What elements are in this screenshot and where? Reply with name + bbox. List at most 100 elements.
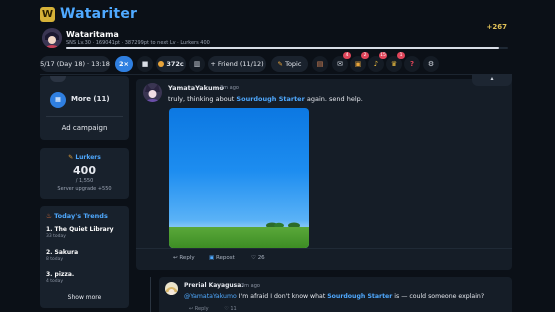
reply-topic-link[interactable]: Sourdough Starter — [327, 293, 392, 300]
nav-item-partial[interactable] — [50, 76, 66, 82]
like-button[interactable]: ♡ 26 — [251, 255, 265, 261]
repost-icon: ▣ — [209, 255, 215, 261]
thread-line — [150, 277, 151, 312]
sidebar-menu-card: ▦ More (11) Ad campaign — [40, 76, 129, 140]
shop-button[interactable]: ▥ — [189, 56, 205, 72]
notes-icon: ▤ — [316, 60, 324, 68]
stop-button[interactable]: ■ — [137, 56, 153, 72]
repost-button[interactable]: ▣ Repost — [209, 255, 235, 261]
more-label: More (11) — [71, 95, 110, 103]
speed-button[interactable]: 2× — [115, 56, 133, 72]
notifications-badge: 15 — [379, 52, 387, 59]
reply-body: @YamataYakumo I'm afraid I don't know wh… — [184, 293, 484, 300]
trends-card: ♨ Today's Trends 1. The Quiet Library 33… — [40, 206, 129, 308]
topic-button[interactable]: ✎ Topic — [271, 56, 308, 72]
trend-item[interactable]: 3. pizza. 4 today — [46, 271, 74, 284]
lurkers-max: / 1,550 — [75, 178, 94, 184]
post-text-start: truly, thinking about — [168, 95, 237, 103]
reply-card: Prerial Kayagusa. 3m ago @YamataYakumo I… — [159, 277, 512, 312]
like-count: 26 — [257, 255, 265, 261]
trend-count: 4 today — [46, 279, 64, 284]
user-status-bar: Wataritama SNS Lv.30 · 169041pt · 387299… — [0, 28, 555, 54]
mail-button[interactable]: ✉ 4 — [332, 52, 351, 72]
level-progress-bar — [66, 47, 508, 49]
reply-button[interactable]: ↩ Reply — [173, 255, 195, 261]
grass-field — [169, 227, 309, 248]
trends-title: ♨ Today's Trends — [46, 212, 108, 220]
post-body: truly, thinking about Sourdough Starter … — [168, 95, 363, 103]
lurkers-card: ✎ Lurkers 400 / 1,550 Server upgrade +55… — [40, 148, 129, 199]
mail-icon: ✉ — [337, 60, 343, 68]
post-image[interactable] — [169, 108, 309, 248]
toolbar: 5/17 (Day 18) · 13:18 2× ■ 372c ▥ + Frie… — [40, 52, 512, 75]
user-name: Wataritama — [66, 30, 119, 39]
stop-icon: ■ — [141, 60, 149, 68]
bell-icon: ♪ — [373, 60, 379, 68]
reply-actions: ↩ Reply ♡ 11 — [189, 306, 237, 312]
reply-text-mid: I'm afraid I don't know what — [236, 293, 328, 300]
trend-name: 3. pizza. — [46, 271, 75, 278]
trophy-button[interactable]: ♛ 1 — [386, 52, 405, 72]
app-name[interactable]: Watariter — [60, 6, 137, 22]
chevron-up-icon: ▴ — [490, 75, 494, 82]
coins-value: 372c — [166, 60, 184, 68]
reply-reply-button[interactable]: ↩ Reply — [189, 306, 209, 312]
reply-like-button[interactable]: ♡ 11 — [224, 306, 236, 312]
add-friend-button[interactable]: + Friend (11/12) — [208, 56, 266, 72]
trophy-icon: ♛ — [390, 60, 398, 68]
level-progress-fill — [66, 47, 500, 49]
trends-title-text: Today's Trends — [54, 212, 108, 220]
app-logo[interactable]: W — [40, 7, 55, 22]
mail-badge: 4 — [343, 52, 351, 59]
settings-button[interactable]: ⚙ — [423, 56, 439, 72]
trend-item[interactable]: 1. The Quiet Library 33 today — [46, 226, 114, 239]
date-time-button[interactable]: 5/17 (Day 18) · 13:18 — [40, 56, 110, 72]
toolbar-divider — [40, 74, 512, 75]
reply-author-name[interactable]: Prerial Kayagusa. — [184, 282, 244, 289]
lurkers-title-text: Lurkers — [75, 154, 101, 161]
reply-reply-label: Reply — [194, 306, 209, 312]
heart-icon: ♡ — [224, 306, 229, 312]
post-text-end: again. send help. — [304, 95, 363, 103]
ad-campaign-link[interactable]: Ad campaign — [40, 124, 129, 132]
reply-icon: ↩ — [173, 255, 178, 261]
mention-link[interactable]: @YamataYakumo — [184, 293, 237, 300]
show-more-trends-button[interactable]: Show more — [40, 294, 129, 301]
help-button[interactable]: ? — [404, 56, 420, 72]
avatar[interactable] — [42, 28, 62, 48]
reply-icon: ↩ — [189, 306, 194, 312]
post-author-name[interactable]: YamataYakumo — [168, 84, 224, 92]
trophy-badge: 1 — [397, 52, 405, 59]
post-timestamp: 3m ago — [220, 85, 239, 91]
gift-badge: 2 — [361, 52, 369, 59]
gear-icon: ⚙ — [427, 60, 435, 68]
lurkers-count: 400 — [73, 164, 96, 177]
post-topic-link[interactable]: Sourdough Starter — [236, 95, 304, 103]
reply-author-avatar[interactable] — [165, 282, 178, 295]
divider — [46, 116, 123, 117]
reply-timestamp: 3m ago — [241, 283, 260, 289]
topic-icon: ✎ — [277, 60, 283, 68]
notifications-button[interactable]: ♪ 15 — [368, 52, 387, 72]
lurkers-icon: ✎ — [68, 154, 74, 161]
reply-label: Reply — [179, 255, 195, 261]
scroll-to-top-button[interactable]: ▴ — [472, 74, 512, 86]
grid-icon: ▦ — [50, 92, 66, 108]
trend-count: 8 today — [46, 257, 64, 262]
topic-label: Topic — [285, 60, 302, 68]
repost-label: Repost — [215, 255, 235, 261]
gift-button[interactable]: ▣ 2 — [350, 52, 369, 72]
trend-item[interactable]: 2. Sakura 8 today — [46, 249, 78, 262]
trend-name: 1. The Quiet Library — [46, 226, 114, 233]
trend-count: 33 today — [46, 234, 66, 239]
post-card: YamataYakumo 3m ago truly, thinking abou… — [136, 79, 512, 270]
user-stats: SNS Lv.30 · 169041pt · 387299pt to next … — [66, 40, 210, 46]
notes-button[interactable]: ▤ — [312, 56, 328, 72]
post-author-avatar[interactable] — [143, 83, 162, 102]
server-upgrade-link[interactable]: Server upgrade +550 — [40, 186, 129, 192]
coins-display[interactable]: 372c — [156, 56, 186, 72]
reply-like-count: 11 — [230, 306, 237, 312]
lurkers-title: ✎ Lurkers — [40, 154, 129, 161]
gift-icon: ▣ — [354, 60, 362, 68]
heart-icon: ♡ — [251, 255, 256, 261]
